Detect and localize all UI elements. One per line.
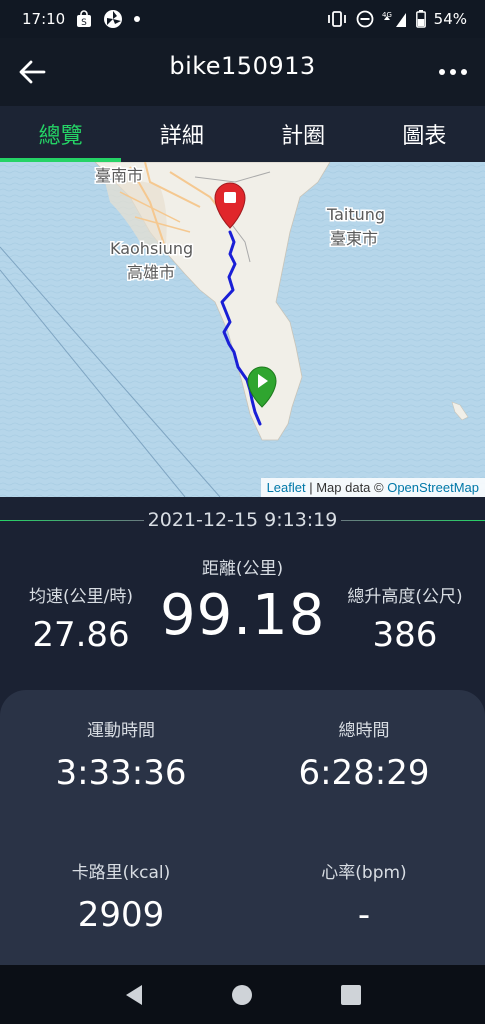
divider-line-left xyxy=(0,519,144,521)
heart-rate-value: - xyxy=(357,895,371,935)
map-label-kaohsiung-zh: 高雄市 xyxy=(127,263,175,282)
elevation-gain-value: 386 xyxy=(372,615,438,655)
tab-overview[interactable]: 總覽 xyxy=(0,106,122,162)
more-dots-icon xyxy=(439,69,467,75)
status-right: 4G 54% xyxy=(326,10,467,28)
back-button[interactable] xyxy=(14,54,50,90)
calories-value: 2909 xyxy=(77,895,165,935)
app-root: 17:10 S 4G 54% bike150913 總覽 詳細 計圈 圖表 臺南… xyxy=(0,0,485,1024)
summary-stats: 均速(公里/時) 27.86 距離(公里) 99.18 總升高度(公尺) 386 xyxy=(0,540,485,660)
pinwheel-icon xyxy=(103,9,123,29)
calories-label: 卡路里(kcal) xyxy=(71,863,171,883)
distance-label: 距離(公里) xyxy=(201,559,284,579)
details-card: 運動時間 3:33:36 總時間 6:28:29 卡路里(kcal) 2909 … xyxy=(0,690,485,965)
nav-recents-button[interactable] xyxy=(331,975,371,1015)
triangle-back-icon xyxy=(126,984,143,1005)
system-nav-bar xyxy=(0,965,485,1024)
activity-datetime: 2021-12-15 9:13:19 xyxy=(147,509,338,531)
elevation-gain-label: 總升高度(公尺) xyxy=(347,587,463,607)
heart-rate-label: 心率(bpm) xyxy=(321,863,407,883)
tab-details[interactable]: 詳細 xyxy=(121,106,242,162)
calories-stat: 卡路里(kcal) 2909 xyxy=(0,858,242,935)
nav-back-button[interactable] xyxy=(114,975,154,1015)
status-time: 17:10 xyxy=(22,10,66,28)
status-left: 17:10 S xyxy=(22,9,141,29)
map-canvas: 臺南市 Kaohsiung 高雄市 Taitung 臺東市 xyxy=(0,162,485,497)
leaflet-link[interactable]: Leaflet xyxy=(267,480,306,495)
moving-time-label: 運動時間 xyxy=(87,721,155,741)
total-time-value: 6:28:29 xyxy=(298,753,430,793)
avg-speed-label: 均速(公里/時) xyxy=(29,587,133,607)
map-label-kaohsiung-en: Kaohsiung xyxy=(110,239,193,258)
avg-speed-value: 27.86 xyxy=(32,615,130,655)
moving-time-stat: 運動時間 3:33:36 xyxy=(0,716,242,793)
tab-bar: 總覽 詳細 計圈 圖表 xyxy=(0,106,485,162)
total-time-stat: 總時間 6:28:29 xyxy=(243,716,485,793)
page-title: bike150913 xyxy=(169,52,316,80)
avg-speed-stat: 均速(公里/時) 27.86 xyxy=(0,582,162,655)
moving-time-value: 3:33:36 xyxy=(55,753,187,793)
total-time-label: 總時間 xyxy=(338,721,390,741)
map-label-tainan: 臺南市 xyxy=(95,166,143,185)
heart-rate-stat: 心率(bpm) - xyxy=(243,858,485,935)
arrow-left-icon xyxy=(19,60,46,84)
vibrate-icon xyxy=(326,10,348,28)
do-not-disturb-icon xyxy=(356,10,374,28)
tab-laps[interactable]: 計圈 xyxy=(243,106,364,162)
battery-percent: 54% xyxy=(433,10,467,28)
map-attribution: Leaflet | Map data © OpenStreetMap xyxy=(260,478,485,497)
svg-text:S: S xyxy=(81,18,87,28)
distance-value: 99.18 xyxy=(160,583,326,648)
nav-home-button[interactable] xyxy=(222,975,262,1015)
signal-icon: 4G xyxy=(382,10,408,28)
divider-line-right xyxy=(341,519,485,521)
shopping-bag-icon: S xyxy=(75,10,93,28)
osm-link[interactable]: OpenStreetMap xyxy=(387,480,479,495)
dot-icon xyxy=(133,15,141,23)
map-label-taitung-en: Taitung xyxy=(326,205,385,224)
square-recents-icon xyxy=(340,984,361,1005)
app-header: bike150913 xyxy=(0,38,485,106)
tab-charts[interactable]: 圖表 xyxy=(364,106,485,162)
circle-home-icon xyxy=(232,984,253,1005)
distance-stat: 距離(公里) 99.18 xyxy=(160,554,325,648)
attribution-separator: | Map data © xyxy=(305,480,388,495)
more-options-button[interactable] xyxy=(435,54,471,90)
route-map[interactable]: 臺南市 Kaohsiung 高雄市 Taitung 臺東市 Leaflet | … xyxy=(0,162,485,497)
status-bar: 17:10 S 4G 54% xyxy=(0,0,485,38)
map-label-taitung-zh: 臺東市 xyxy=(330,229,378,248)
elevation-gain-stat: 總升高度(公尺) 386 xyxy=(325,582,485,655)
date-divider: 2021-12-15 9:13:19 xyxy=(0,505,485,535)
battery-icon xyxy=(415,10,426,28)
